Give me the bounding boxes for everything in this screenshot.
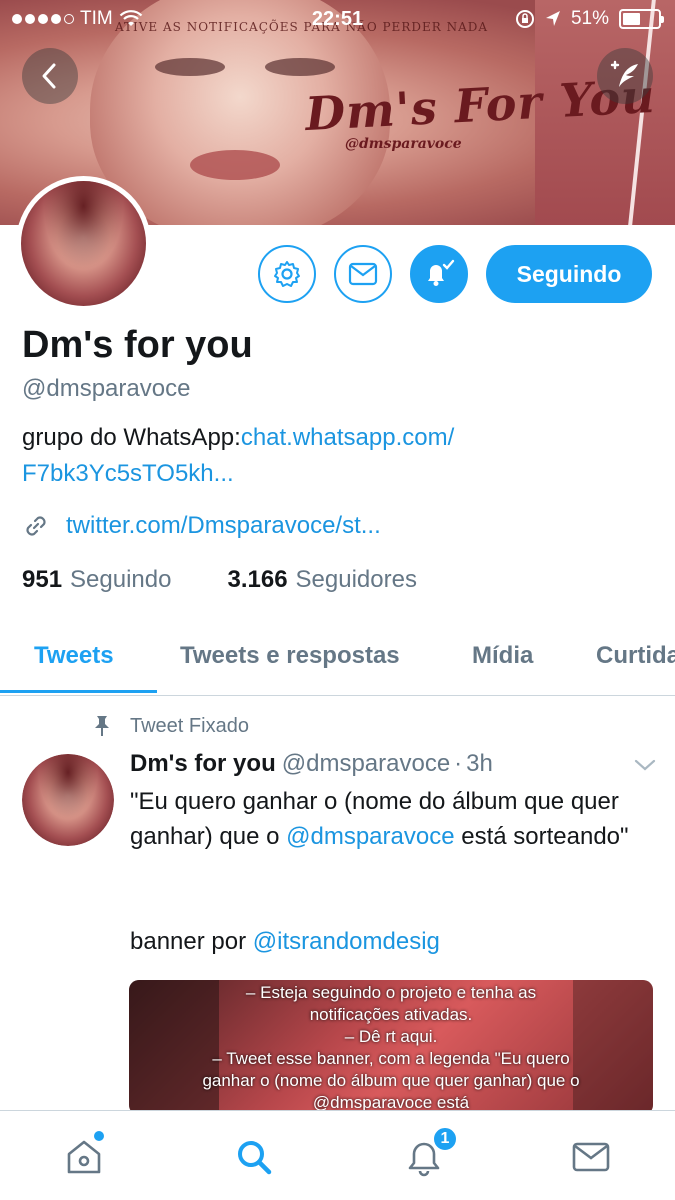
tweet-mention-itsrandomdesig[interactable]: @itsrandomdesig (253, 928, 440, 955)
tweet-header: Dm's for you @dmsparavoce · 3h (130, 750, 493, 778)
status-bar: TIM 22:51 51% (0, 0, 675, 38)
website-link[interactable]: twitter.com/Dmsparavoce/st... (66, 512, 381, 540)
profile-bio: grupo do WhatsApp:chat.whatsapp.com/ F7b… (22, 420, 642, 492)
envelope-icon (348, 262, 378, 286)
profile-stats: 951 Seguindo 3.166 Seguidores (22, 566, 417, 594)
tweet-banner-credit: banner por (130, 928, 253, 955)
home-icon (67, 1140, 101, 1174)
banner-eye-right (265, 58, 335, 76)
tweet-time: 3h (466, 750, 493, 777)
chevron-left-icon (42, 63, 56, 89)
battery-percent: 51% (570, 8, 609, 29)
media-line: – Tweet esse banner, com a legenda "Eu q… (212, 1049, 570, 1068)
compose-tweet-button[interactable] (597, 48, 653, 104)
pin-icon (95, 716, 109, 736)
bottom-tab-bar: 1 (0, 1110, 675, 1200)
tab-likes[interactable]: Curtidas (596, 642, 675, 670)
profile-avatar[interactable] (16, 176, 151, 311)
bio-link-continued[interactable]: F7bk3Yc5sTO5kh... (22, 460, 234, 487)
tweet-text-part2: está sorteando" (454, 823, 629, 850)
pinned-text: Tweet Fixado (130, 714, 249, 737)
tweet-author-handle[interactable]: @dmsparavoce (282, 750, 450, 777)
following-button[interactable]: Seguindo (486, 245, 652, 303)
bio-text: grupo do WhatsApp: (22, 424, 241, 451)
banner-logo-handle: @dmsparavoce (345, 136, 462, 152)
battery-icon (619, 9, 664, 29)
tweet-avatar-image (22, 754, 114, 846)
profile-website[interactable]: twitter.com/Dmsparavoce/st... (22, 512, 381, 540)
media-line: ganhar o (nome do álbum que quer ganhar)… (202, 1071, 580, 1090)
home-new-dot (94, 1131, 104, 1141)
status-right: 51% (515, 8, 664, 30)
link-icon (26, 516, 46, 536)
direct-message-button[interactable] (334, 245, 392, 303)
rotation-lock-icon (515, 10, 534, 28)
following-stat[interactable]: 951 Seguindo (22, 566, 171, 594)
following-count: 951 (22, 566, 63, 593)
pinned-tweet-label: Tweet Fixado (92, 714, 249, 738)
notifications-badge: 1 (432, 1126, 458, 1152)
following-label: Seguindo (70, 566, 172, 593)
profile-handle: @dmsparavoce (22, 375, 191, 402)
avatar-image (21, 181, 146, 306)
followers-stat[interactable]: 3.166 Seguidores (227, 566, 416, 594)
location-icon (545, 11, 560, 26)
tweet-separator: · (454, 750, 463, 777)
compose-feather-icon (610, 60, 638, 87)
banner-lips (190, 150, 280, 180)
bell-check-icon (428, 259, 455, 286)
media-line: – Dê rt aqui. (344, 1027, 438, 1046)
media-caption: – Esteja seguindo o projeto e tenha as n… (129, 982, 653, 1114)
tab-tweets[interactable]: Tweets (34, 642, 114, 670)
envelope-icon (572, 1142, 610, 1172)
tab-tweets-and-replies[interactable]: Tweets e respostas (180, 642, 400, 670)
followers-label: Seguidores (295, 566, 417, 593)
tweet-media-image[interactable]: – Esteja seguindo o projeto e tenha as n… (129, 980, 653, 1115)
tweet-author-avatar[interactable] (22, 754, 114, 846)
notifications-on-button[interactable] (410, 245, 468, 303)
profile-tabs: Tweets Tweets e respostas Mídia Curtidas (0, 628, 675, 696)
tweet-author-name[interactable]: Dm's for you (130, 750, 276, 777)
tweet-options-button[interactable] (634, 758, 656, 777)
followers-count: 3.166 (227, 566, 288, 593)
nav-messages[interactable] (567, 1133, 615, 1181)
media-line: – Esteja seguindo o projeto e tenha as (245, 983, 537, 1002)
back-button[interactable] (22, 48, 78, 104)
tweet-mention-dmsparavoce[interactable]: @dmsparavoce (286, 823, 454, 850)
profile-display-name: Dm's for you (22, 324, 253, 366)
bio-link[interactable]: chat.whatsapp.com/ (241, 424, 454, 451)
tab-media[interactable]: Mídia (472, 642, 533, 670)
banner-eye-left (155, 58, 225, 76)
chevron-down-icon (634, 759, 656, 771)
media-line: notificações ativadas. (309, 1005, 473, 1024)
active-tab-indicator (0, 690, 157, 693)
gear-icon (274, 261, 300, 287)
search-icon (238, 1141, 272, 1175)
tweet-text: "Eu quero ganhar o (nome do álbum que qu… (130, 784, 650, 959)
nav-search[interactable] (230, 1133, 278, 1181)
profile-settings-button[interactable] (258, 245, 316, 303)
